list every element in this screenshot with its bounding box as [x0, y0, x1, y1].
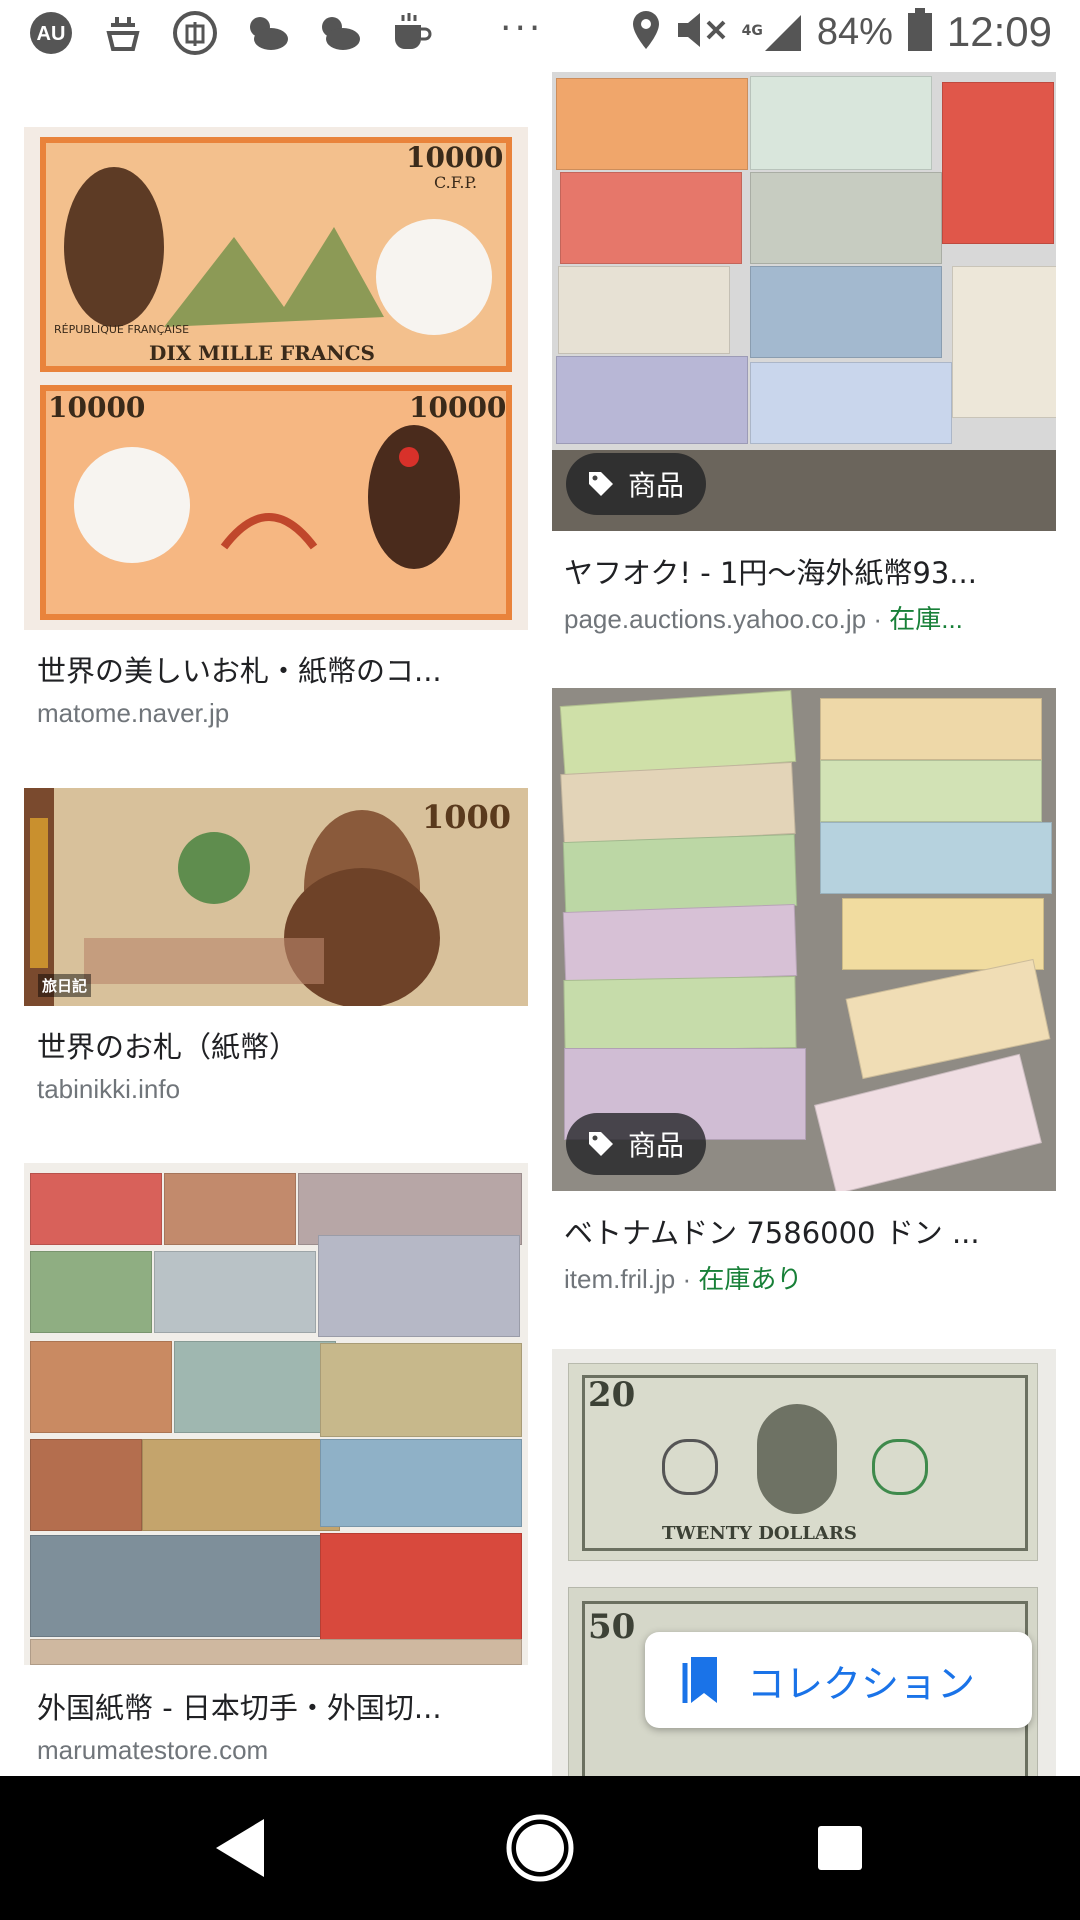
badge-label: 商品 — [628, 469, 685, 502]
tag-icon — [589, 472, 613, 496]
more-notifications-icon: ··· — [500, 8, 544, 49]
bookmark-icon — [682, 1657, 717, 1703]
back-button[interactable] — [160, 1776, 320, 1920]
result-title[interactable]: 世界のお札（紙幣） — [37, 1024, 517, 1066]
product-badge: 商品 — [566, 1113, 707, 1175]
broom-icon — [100, 10, 146, 56]
navigation-bar — [0, 1776, 1080, 1920]
stock-separator: · — [866, 604, 890, 634]
collection-button[interactable]: コレクション — [645, 1632, 1032, 1728]
badge-label: 商品 — [628, 1129, 685, 1162]
battery-icon — [907, 8, 933, 56]
watermark-label: 旅日記 — [38, 974, 92, 997]
result-title[interactable]: ベトナムドン 7586000 ドン ... — [564, 1210, 1044, 1252]
mute-icon — [676, 9, 728, 55]
result-source: item.fril.jp · 在庫あり — [564, 1259, 802, 1296]
result-thumbnail[interactable] — [24, 1163, 528, 1665]
note-value-bottom-left: 10000 — [48, 391, 146, 424]
svg-text:AU: AU — [37, 23, 66, 45]
result-card[interactable]: 商品 ベトナムドン 7586000 ドン ... item.fril.jp · … — [552, 688, 1056, 1298]
result-card[interactable]: 商品 ヤフオク! - 1円～海外紙幣93... page.auctions.ya… — [552, 72, 1056, 642]
result-title[interactable]: ヤフオク! - 1円～海外紙幣93... — [564, 550, 1044, 592]
tag-icon — [589, 1132, 613, 1156]
result-thumbnail[interactable]: 10000 C.F.P. RÉPUBLIQUE FRANÇAISE DIX MI… — [24, 127, 528, 630]
location-icon — [630, 9, 662, 55]
clock: 12:09 — [946, 8, 1052, 55]
note-value-bottom-right: 10000 — [409, 391, 507, 424]
result-card[interactable]: 10000 C.F.P. RÉPUBLIQUE FRANÇAISE DIX MI… — [24, 127, 528, 737]
app-logo-icon: AU — [28, 10, 74, 56]
collection-label: コレクション — [747, 1661, 976, 1706]
result-source: marumatestore.com — [37, 1735, 269, 1765]
cloudy-icon — [244, 10, 290, 56]
stock-status: 在庫... — [889, 604, 963, 634]
bill-value-bottom: 50 — [588, 1607, 636, 1647]
result-thumbnail[interactable]: 1000 旅日記 — [24, 788, 528, 1006]
result-source-domain: page.auctions.yahoo.co.jp — [564, 604, 867, 634]
note-caption: DIX MILLE FRANCS — [149, 341, 375, 365]
note-country: RÉPUBLIQUE FRANÇAISE — [54, 323, 190, 336]
kanji-circle-icon — [172, 10, 218, 56]
battery-percent: 84% — [816, 10, 893, 53]
note-value-sub: C.F.P. — [434, 173, 478, 192]
product-badge: 商品 — [566, 453, 707, 515]
back-triangle-icon — [216, 1819, 264, 1877]
cloudy-icon — [316, 10, 362, 56]
bill-value-top: 20 — [588, 1375, 636, 1415]
result-title[interactable]: 外国紙幣 - 日本切手・外国切... — [37, 1685, 517, 1727]
stock-separator: · — [675, 1264, 699, 1294]
result-card[interactable]: 外国紙幣 - 日本切手・外国切... marumatestore.com — [24, 1163, 528, 1775]
note-value: 1000 — [422, 798, 512, 836]
stock-status: 在庫あり — [698, 1264, 803, 1294]
result-source: matome.naver.jp — [37, 698, 230, 728]
result-source-domain: item.fril.jp — [564, 1264, 676, 1294]
result-source: tabinikki.info — [37, 1074, 181, 1104]
recents-square-icon — [818, 1826, 862, 1870]
result-title[interactable]: 世界の美しいお札・紙幣のコ... — [37, 648, 517, 690]
network-type: 4G — [741, 23, 763, 39]
home-circle-icon — [506, 1814, 574, 1882]
note-value-top: 10000 — [406, 141, 504, 174]
status-bar: AU ··· 4G 84% 12:09 — [0, 0, 1080, 72]
result-card[interactable]: 1000 旅日記 世界のお札（紙幣） tabinikki.info — [24, 788, 528, 1108]
signal-icon: 4G — [742, 11, 803, 53]
bill-caption-top: TWENTY DOLLARS — [662, 1523, 857, 1544]
home-button[interactable] — [460, 1776, 620, 1920]
coffee-icon — [388, 10, 434, 56]
result-source: page.auctions.yahoo.co.jp · 在庫... — [564, 599, 1044, 636]
recents-button[interactable] — [760, 1776, 920, 1920]
